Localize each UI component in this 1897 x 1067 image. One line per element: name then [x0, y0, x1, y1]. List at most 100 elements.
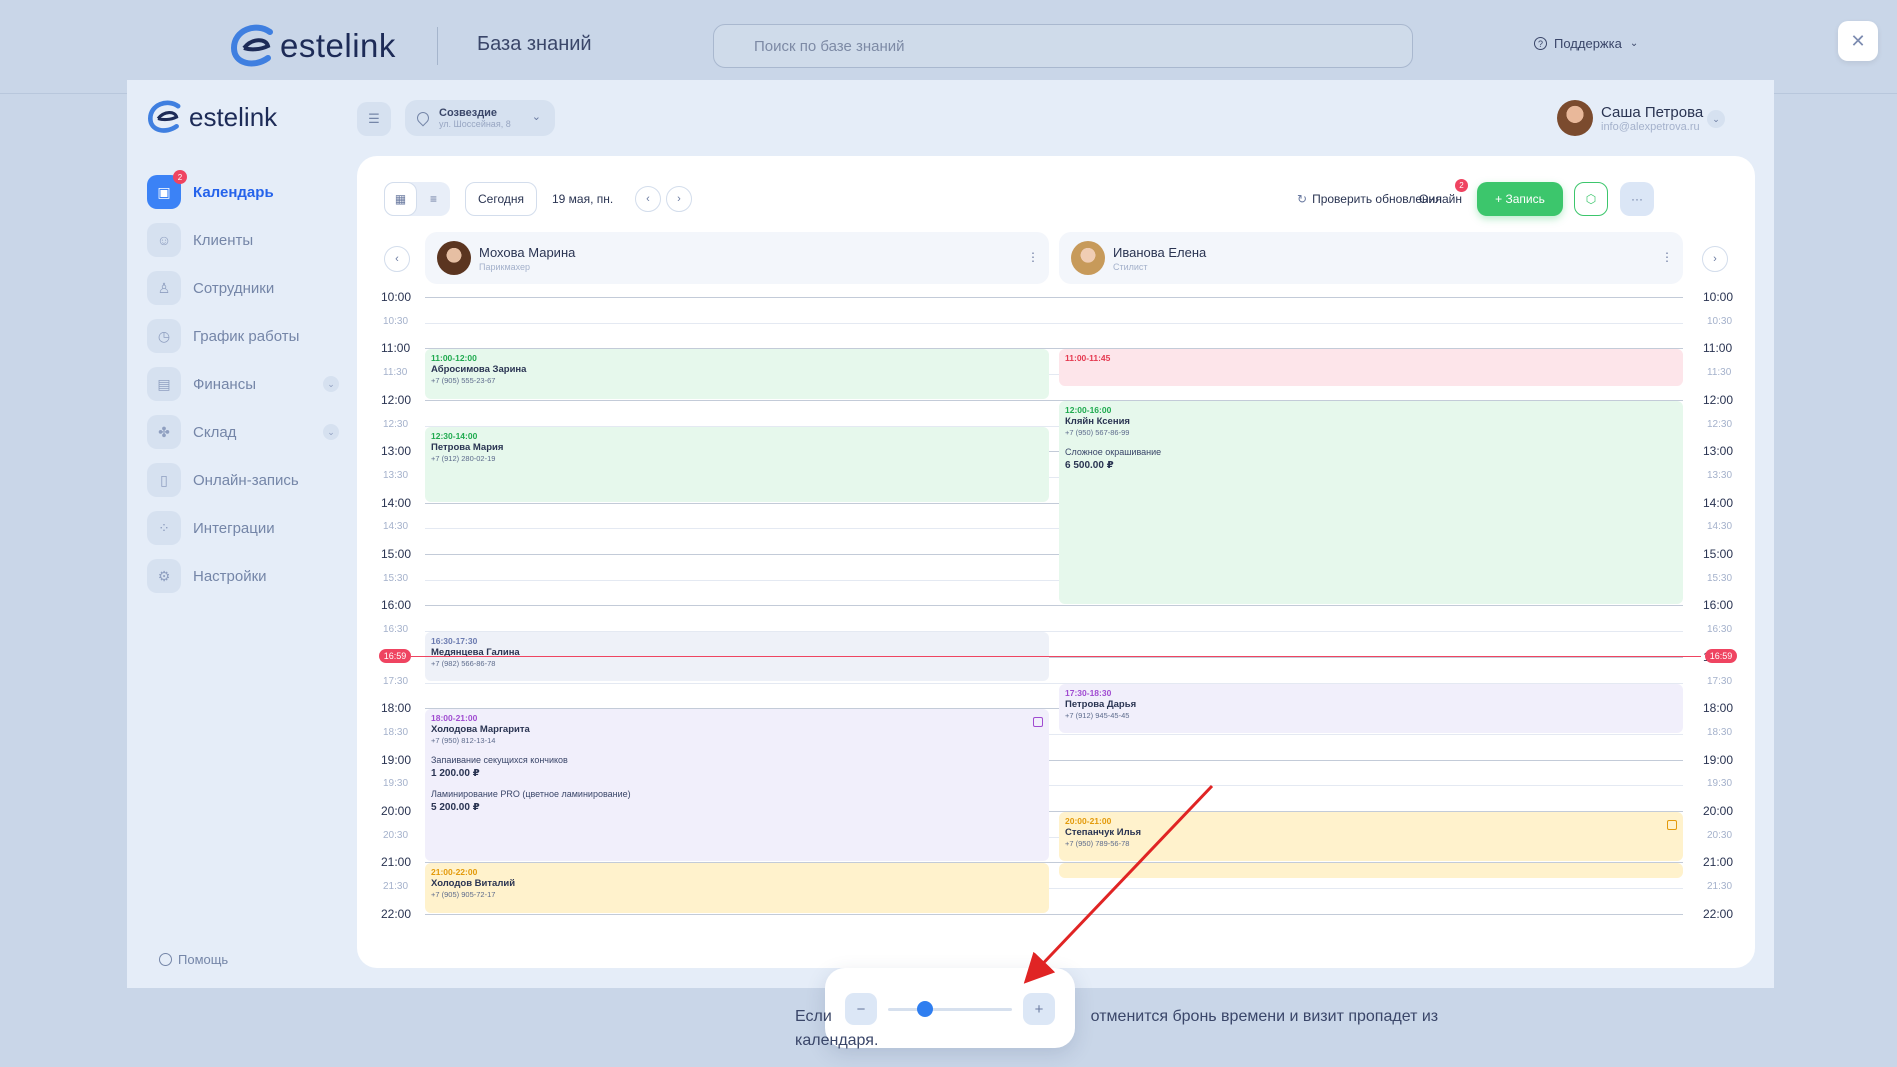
master-menu-icon[interactable]: ⋮ [1027, 250, 1039, 264]
chevron-down-icon[interactable]: ⌄ [323, 424, 339, 440]
appointment-card[interactable]: 18:00-21:00 Холодова Маргарита +7 (950) 81… [425, 709, 1049, 862]
app-logo[interactable]: estelink [147, 100, 277, 134]
time-label: 20:30 [383, 829, 409, 841]
calendar-view-button[interactable]: ▦ [384, 182, 417, 216]
prev-masters-button[interactable]: ‹ [384, 246, 410, 272]
close-icon: ✕ [1850, 30, 1866, 51]
kb-search-input[interactable] [713, 24, 1413, 68]
client-name: Петрова Мария [431, 441, 504, 453]
sidebar-item-phone[interactable]: ▯ Онлайн-запись [147, 456, 347, 504]
appointment-time: 12:00-16:00 [1065, 404, 1112, 415]
box-icon: ⬡ [1585, 192, 1597, 206]
time-label: 10:30 [1707, 315, 1733, 327]
time-label: 20:00 [1703, 804, 1734, 818]
help-link[interactable]: Помощь [159, 952, 228, 967]
appointment-card[interactable] [1059, 863, 1683, 879]
more-button[interactable]: ··· [1620, 182, 1654, 216]
sidebar-item-warehouse[interactable]: ✤ Склад ⌄ [147, 408, 347, 456]
chevron-down-icon[interactable]: ⌄ [323, 376, 339, 392]
sidebar-item-staff[interactable]: ♙ Сотрудники [147, 264, 347, 312]
online-badge: 2 [1455, 179, 1468, 192]
chevron-down-icon: ⌄ [1712, 113, 1720, 124]
client-name: Степанчук Илья [1065, 827, 1141, 838]
time-label: 20:30 [1707, 829, 1733, 841]
support-menu[interactable]: ? Поддержка ⌄ [1534, 36, 1638, 51]
avatar [437, 241, 471, 275]
user-profile[interactable]: Саша Петрова info@alexpetrova.ru [1557, 100, 1703, 136]
appointment-card[interactable]: 12:30-14:00 Петрова Мария +7 (912) 280-02-… [425, 426, 1049, 502]
sidebar-item-label: Календарь [193, 183, 274, 201]
master-menu-icon[interactable]: ⋮ [1661, 250, 1673, 264]
current-time-badge: 16:59 [379, 648, 411, 663]
appointment-time: 12:30-14:00 [431, 430, 478, 441]
appointment-card[interactable]: 17:30-18:30 Петрова Дарья +7 (912) 945-45-… [1059, 683, 1683, 733]
appointment-time: 11:00-11:45 [1065, 353, 1111, 364]
today-button[interactable]: Сегодня [465, 182, 537, 216]
master-header[interactable]: Иванова Елена Стилист ⋮ [1059, 232, 1683, 284]
time-label: 17:00 [1703, 649, 1734, 664]
chevron-left-icon: ‹ [395, 253, 399, 265]
service-name: Запаивание секущихся кончиков [431, 755, 568, 766]
sidebar-item-calendar[interactable]: ▣ Календарь 2 [147, 168, 347, 216]
appointment-card[interactable]: 12:00-16:00 Кляйн Ксения +7 (950) 567-86-9… [1059, 400, 1683, 605]
sidebar-item-label: Клиенты [193, 231, 254, 249]
online-label: Онлайн [1419, 192, 1462, 206]
appointment-card[interactable]: 16:30-17:30 Медянцева Галина +7 (982) 566-… [425, 632, 1049, 682]
time-label: 21:00 [1703, 855, 1734, 870]
grid-line [425, 811, 1683, 812]
sidebar-item-label: Финансы [193, 375, 256, 393]
sidebar-item-settings[interactable]: ⚙ Настройки [147, 552, 347, 600]
sidebar-item-integrations[interactable]: ⁘ Интеграции [147, 504, 347, 552]
appointment-card[interactable]: 11:00-11:45 [1059, 349, 1683, 386]
list-view-button[interactable]: ≡ [417, 182, 450, 216]
add-appointment-button[interactable]: + Запись [1477, 182, 1563, 216]
user-email: info@alexpetrova.ru [1601, 120, 1700, 133]
sidebar-item-label: Сотрудники [193, 279, 275, 297]
online-button[interactable]: Онлайн 2 [1419, 179, 1468, 206]
appointment-card[interactable]: 11:00-12:00 Абросимова Зарина +7 (905) 555… [425, 349, 1049, 399]
user-menu-button[interactable]: ⌄ [1707, 110, 1725, 128]
service-price: 6 500.00 ₽ [1065, 459, 1114, 471]
grid-line [425, 682, 1683, 684]
chevron-right-icon: › [1713, 253, 1717, 265]
grid-line [425, 913, 1683, 915]
client-name: Петрова Дарья [1065, 698, 1137, 710]
time-label: 15:30 [1707, 572, 1733, 584]
time-label: 16:30 [383, 624, 409, 636]
warehouse-icon: ✤ [147, 415, 181, 449]
time-label: 18:30 [383, 726, 409, 738]
user-name: Саша Петрова [1601, 103, 1704, 121]
grid-line [425, 888, 1683, 890]
grid-line [425, 348, 1683, 350]
time-label: 19:30 [1707, 778, 1733, 790]
calendar-icon: ▦ [394, 192, 407, 206]
grid-line [425, 579, 1683, 581]
close-button[interactable]: ✕ [1838, 21, 1878, 61]
time-label: 11:00 [1703, 341, 1733, 356]
sidebar-item-wallet[interactable]: ▤ Финансы ⌄ [147, 360, 347, 408]
time-label: 22:00 [1703, 906, 1734, 921]
next-day-button[interactable]: › [666, 186, 692, 212]
prev-day-button[interactable]: ‹ [635, 186, 661, 212]
grid-line [425, 785, 1683, 787]
appointment-card[interactable]: 20:00-21:00 Степанчук Илья +7 (950) 789-56… [1059, 812, 1683, 862]
time-label: 15:00 [1703, 547, 1734, 561]
sidebar-item-clock[interactable]: ◷ График работы [147, 312, 347, 360]
appointment-card[interactable]: 21:00-22:00 Холодов Виталий +7 (905) 905-7… [425, 863, 1049, 913]
master-header[interactable]: Мохова Марина Парикмахер ⋮ [425, 232, 1049, 284]
sidebar-item-clients[interactable]: ☺ Клиенты [147, 216, 347, 264]
master-role: Стилист [1113, 261, 1148, 272]
time-label: 17:30 [383, 675, 409, 687]
sidebar-toggle-button[interactable]: ☰ [357, 102, 391, 136]
master-role: Парикмахер [479, 261, 531, 272]
clients-icon: ☺ [147, 223, 181, 257]
grid-line [425, 322, 1683, 324]
help-label: Помощь [178, 952, 229, 967]
branch-selector[interactable]: Созвездие ул. Шоссейная, 8 ⌄ [405, 100, 555, 136]
warehouse-button[interactable]: ⬡ [1574, 182, 1608, 216]
caption-part2: отменится бронь времени и визит пропадет… [1090, 1008, 1439, 1025]
sidebar-item-label: Склад [193, 423, 237, 441]
kb-logo[interactable]: estelink [230, 24, 396, 68]
time-label: 15:30 [383, 572, 409, 584]
next-masters-button[interactable]: › [1702, 246, 1728, 272]
